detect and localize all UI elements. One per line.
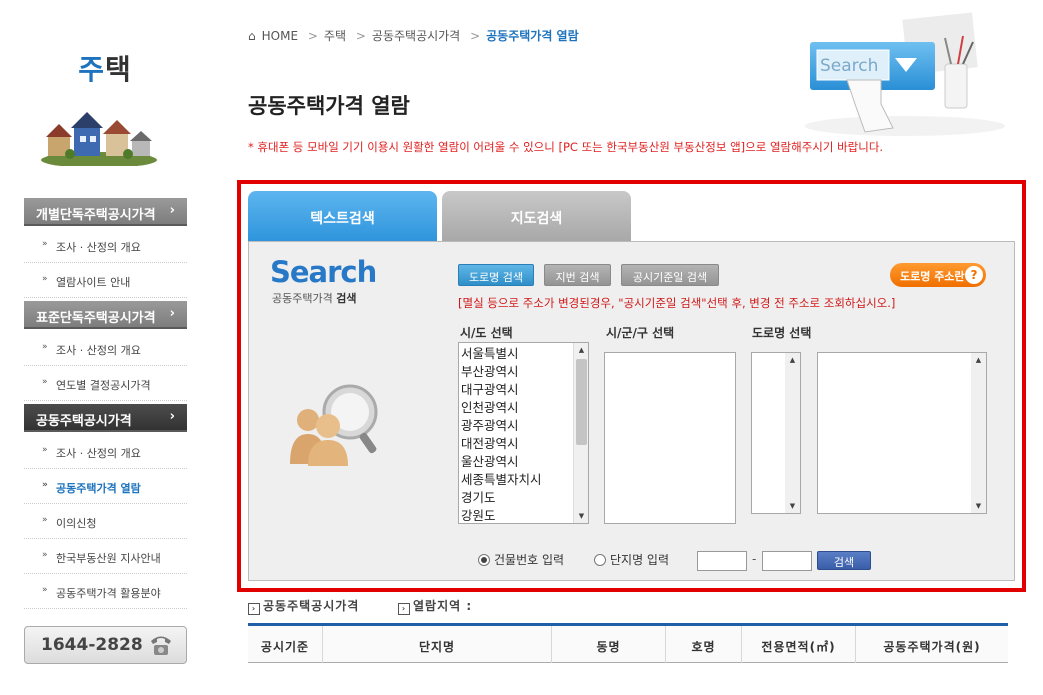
breadcrumb-current: 공동주택가격 열람 <box>486 29 579 43</box>
arrow-box-icon: › <box>398 603 410 615</box>
breadcrumb: ⌂ HOME > 주택 > 공동주택공시가격 > 공동주택가격 열람 <box>248 29 579 43</box>
sidebar-item-individual-overview[interactable]: » 조사 · 산정의 개요 <box>24 228 187 263</box>
double-chevron-icon: » <box>42 239 48 249</box>
double-chevron-icon: » <box>42 550 48 560</box>
search-illustration: Search <box>805 12 1005 136</box>
highlight-frame <box>237 180 1026 592</box>
sidebar-item-standard-yearly[interactable]: » 연도별 결정공시가격 <box>24 366 187 401</box>
sidebar-item-branch-info[interactable]: » 한국부동산원 지사안내 <box>24 539 187 574</box>
column-header: 단지명 <box>323 626 552 663</box>
chevron-right-icon: › <box>169 306 175 321</box>
breadcrumb-item[interactable]: 공동주택공시가격 <box>372 29 460 43</box>
illustration-search-text: Search <box>820 56 878 76</box>
result-price-label: › 공동주택공시가격 <box>248 597 359 615</box>
home-icon: ⌂ <box>248 29 256 43</box>
double-chevron-icon: » <box>42 515 48 525</box>
double-chevron-icon: » <box>42 342 48 352</box>
mobile-notice: * 휴대폰 등 모바일 기기 이용시 원활한 열람이 어려울 수 있으니 [PC… <box>248 140 884 154</box>
phone-icon <box>151 636 171 655</box>
sidebar-item-individual-sites[interactable]: » 열람사이트 안내 <box>24 263 187 298</box>
result-region-label: › 열람지역 : <box>398 597 472 615</box>
sidebar-item-apartment-overview[interactable]: » 조사 · 산정의 개요 <box>24 434 187 469</box>
column-header: 호명 <box>666 626 742 663</box>
results-table-header: 공시기준 단지명 동명 호명 전용면적(㎡) 공동주택가격(원) <box>248 623 1008 663</box>
phone-banner: 1644-2828 <box>24 626 187 664</box>
chevron-right-icon: › <box>169 409 175 424</box>
sidebar-item-objection[interactable]: » 이의신청 <box>24 504 187 539</box>
double-chevron-icon: » <box>42 274 48 284</box>
page-title: 공동주택가격 열람 <box>248 94 410 118</box>
sidebar-category-apartment[interactable]: 공동주택공시가격 › <box>24 404 187 432</box>
double-chevron-icon: » <box>42 585 48 595</box>
sidebar-item-standard-overview[interactable]: » 조사 · 산정의 개요 <box>24 331 187 366</box>
double-chevron-icon: » <box>42 480 48 490</box>
chevron-right-icon: › <box>169 203 175 218</box>
breadcrumb-item[interactable]: 주택 <box>324 29 346 43</box>
arrow-box-icon: › <box>248 603 260 615</box>
section-title: 주택 <box>78 53 132 86</box>
sidebar-category-individual[interactable]: 개별단독주택공시가격 › <box>24 198 187 226</box>
sidebar-category-standard[interactable]: 표준단독주택공시가격 › <box>24 301 187 329</box>
column-header: 공시기준 <box>248 626 323 663</box>
column-header: 전용면적(㎡) <box>742 626 856 663</box>
column-header: 공동주택가격(원) <box>883 640 981 654</box>
sidebar-item-usage[interactable]: » 공동주택가격 활용분야 <box>24 574 187 609</box>
double-chevron-icon: » <box>42 445 48 455</box>
phone-number: 1644-2828 <box>41 635 143 655</box>
houses-illustration <box>41 112 157 166</box>
sidebar-item-apartment-view[interactable]: » 공동주택가격 열람 <box>24 469 187 504</box>
column-header: 동명 <box>552 626 666 663</box>
sidebar: 주택 개별단독주택공시가격 › » 조사 · 산정의 개요 » 열람사이트 안내 표준… <box>0 0 210 695</box>
double-chevron-icon: » <box>42 377 48 387</box>
breadcrumb-home[interactable]: HOME <box>262 29 298 43</box>
